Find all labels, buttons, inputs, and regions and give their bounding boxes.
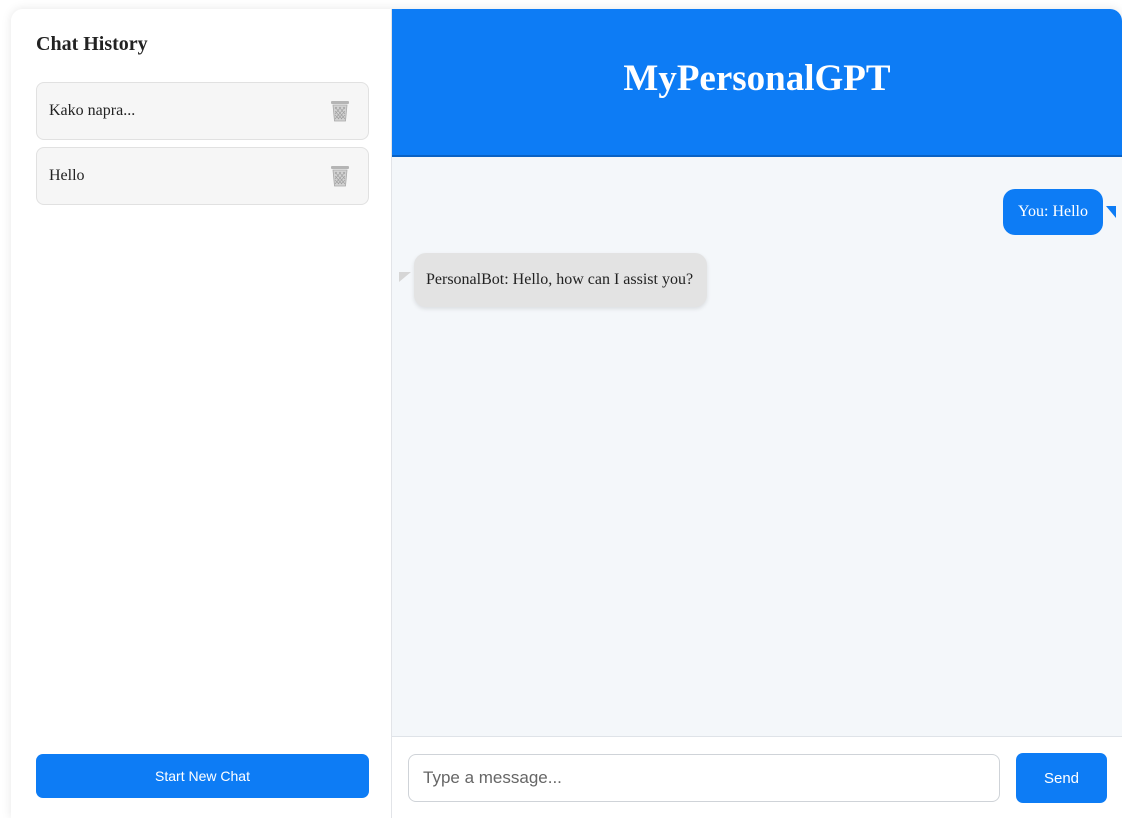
user-message: You: Hello bbox=[1003, 189, 1103, 235]
bot-bubble-tail bbox=[399, 272, 411, 282]
app-window: Chat History Kako napra... Hello Start N… bbox=[11, 9, 1122, 818]
bot-message: PersonalBot: Hello, how can I assist you… bbox=[414, 253, 708, 307]
app-title: MyPersonalGPT bbox=[623, 57, 891, 99]
message-input[interactable] bbox=[408, 754, 1000, 802]
chat-history-list: Kako napra... Hello bbox=[36, 82, 369, 212]
user-bubble-tail bbox=[1106, 206, 1116, 218]
message-list: You: Hello PersonalBot: Hello, how can I… bbox=[392, 157, 1122, 736]
chat-panel: MyPersonalGPT You: Hello PersonalBot: He… bbox=[392, 9, 1122, 818]
chat-history-item[interactable]: Kako napra... bbox=[36, 82, 369, 140]
sidebar-title: Chat History bbox=[36, 33, 148, 55]
send-button[interactable]: Send bbox=[1016, 753, 1107, 803]
trash-icon[interactable] bbox=[330, 99, 350, 123]
chat-history-item[interactable]: Hello bbox=[36, 147, 369, 205]
chat-header: MyPersonalGPT bbox=[392, 9, 1122, 157]
trash-icon[interactable] bbox=[330, 164, 350, 188]
chat-history-label: Kako napra... bbox=[49, 102, 136, 119]
start-new-chat-button[interactable]: Start New Chat bbox=[36, 754, 369, 798]
sidebar: Chat History Kako napra... Hello Start N… bbox=[11, 9, 392, 818]
message-composer: Send bbox=[392, 736, 1122, 818]
chat-history-label: Hello bbox=[49, 167, 85, 184]
